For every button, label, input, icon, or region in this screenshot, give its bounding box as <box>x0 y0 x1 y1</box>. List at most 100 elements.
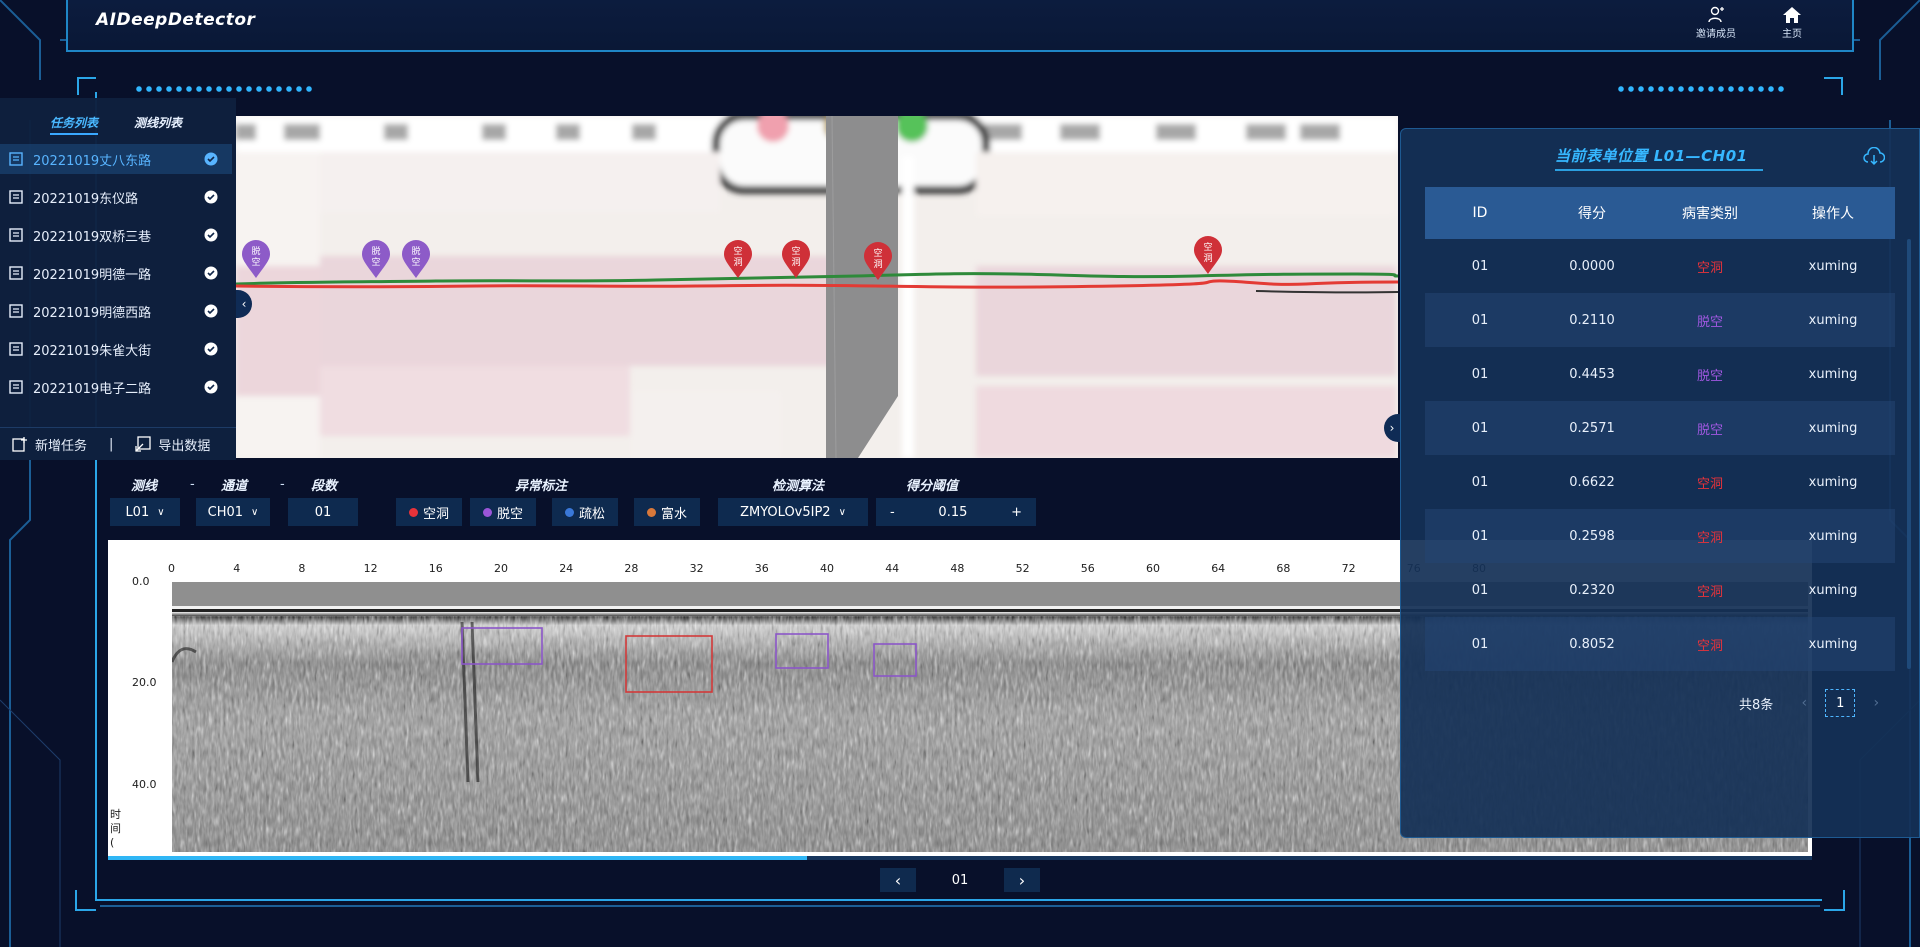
table-row[interactable]: 01 0.0000 空洞 xuming <box>1425 239 1895 293</box>
column-header-id[interactable]: ID <box>1425 205 1535 221</box>
dots-decoration-left <box>134 86 314 92</box>
x-tick-label: 40 <box>820 562 834 575</box>
legend-fushui-toggle[interactable]: 富水 <box>634 498 700 526</box>
table-row[interactable]: 01 0.2571 脱空 xuming <box>1425 401 1895 455</box>
export-data-button[interactable]: 导出数据 <box>135 435 210 454</box>
radar-progress-fill <box>108 856 807 860</box>
column-header-score[interactable]: 得分 <box>1535 203 1649 223</box>
previous-segment-button[interactable]: ‹ <box>880 868 916 892</box>
cell-category: 空洞 <box>1696 476 1723 492</box>
threshold-decrease-button[interactable]: - <box>890 505 895 520</box>
add-task-button[interactable]: 新增任务 <box>12 435 87 454</box>
legend-shusong-toggle[interactable]: 疏松 <box>552 498 618 526</box>
separator-dash: - <box>190 477 195 492</box>
svg-text:空: 空 <box>791 245 800 257</box>
previous-page-button[interactable]: ‹ <box>1791 695 1817 711</box>
document-icon <box>9 342 23 356</box>
svg-text:洞: 洞 <box>873 259 882 270</box>
anomaly-label: 异常标注 <box>514 479 567 494</box>
task-item[interactable]: 20221019双桥三巷 <box>0 220 232 250</box>
table-row[interactable]: 01 0.6622 空洞 xuming <box>1425 455 1895 509</box>
purple-dot-icon <box>482 507 492 517</box>
cell-category: 脱空 <box>1696 314 1723 330</box>
radar-progress-bar[interactable] <box>108 856 1812 860</box>
table-scrollbar[interactable] <box>1907 239 1911 669</box>
table-row[interactable]: 01 0.2598 空洞 xuming <box>1425 509 1895 563</box>
segment-field[interactable]: 01 <box>288 498 358 526</box>
task-item-label: 20221019明德一路 <box>33 267 152 283</box>
home-label: 主页 <box>1782 29 1802 40</box>
separator-dash: - <box>280 477 285 492</box>
x-tick-label: 60 <box>1146 562 1160 575</box>
task-item[interactable]: 20221019明德一路 <box>0 258 232 288</box>
x-tick-label: 16 <box>428 562 443 575</box>
x-tick-label: 0 <box>168 562 175 575</box>
x-tick-label: 28 <box>624 562 639 575</box>
task-item-label: 20221019明德西路 <box>33 305 152 321</box>
algorithm-select[interactable]: ZMYOLOv5IP2 ∨ <box>718 498 868 526</box>
check-circle-icon <box>204 152 218 166</box>
cell-category: 空洞 <box>1696 638 1723 654</box>
table-row[interactable]: 01 0.8052 空洞 xuming <box>1425 617 1895 671</box>
channel-select[interactable]: CH01 ∨ <box>196 498 270 526</box>
x-tick-label: 52 <box>1015 562 1030 575</box>
column-header-category[interactable]: 病害类别 <box>1649 203 1771 223</box>
channel-value: CH01 <box>207 504 244 520</box>
panel-title: 当前表单位置 L01—CH01 <box>1555 147 1748 165</box>
svg-text:脱: 脱 <box>371 245 380 257</box>
blue-dot-icon <box>564 507 574 517</box>
task-item-label: 20221019双桥三巷 <box>33 229 152 245</box>
svg-text:洞: 洞 <box>1203 253 1212 264</box>
svg-text:洞: 洞 <box>733 257 742 268</box>
legend-kongdong-toggle[interactable]: 空洞 <box>396 498 462 526</box>
home-button[interactable]: 主页 <box>1764 6 1820 40</box>
cell-category: 空洞 <box>1696 584 1723 600</box>
survey-line-select[interactable]: L01 ∨ <box>110 498 180 526</box>
table-row[interactable]: 01 0.2320 空洞 xuming <box>1425 563 1895 617</box>
task-item[interactable]: 20221019朱雀大街 <box>0 334 232 364</box>
chevron-down-icon: ∨ <box>157 506 165 518</box>
task-item[interactable]: 20221019电子二路 <box>0 372 232 402</box>
page-number-button[interactable]: 1 <box>1825 689 1856 717</box>
table-row[interactable]: 01 0.2110 脱空 xuming <box>1425 293 1895 347</box>
svg-text:空: 空 <box>411 256 420 268</box>
table-pagination: 共8条 ‹ 1 › <box>1739 689 1889 717</box>
segment-pager: ‹ 01 › <box>880 868 1040 892</box>
next-segment-button[interactable]: › <box>1003 868 1040 892</box>
cell-operator: xuming <box>1808 420 1858 436</box>
y-tick-label: 0.0 <box>132 575 150 588</box>
legend-tuokong-toggle[interactable]: 脱空 <box>470 498 536 526</box>
cell-score: 0.8052 <box>1569 636 1615 652</box>
cell-score: 0.2320 <box>1569 582 1615 598</box>
top-bar <box>66 0 1854 52</box>
cell-score: 0.2110 <box>1569 312 1615 328</box>
cell-operator: xuming <box>1808 474 1858 490</box>
x-tick-label: 20 <box>494 562 508 575</box>
task-item[interactable]: 20221019东仪路 <box>0 182 232 212</box>
table-row[interactable]: 01 0.4453 脱空 xuming <box>1425 347 1895 401</box>
title-underline <box>1555 169 1763 171</box>
task-item-label: 20221019丈八东路 <box>33 153 152 169</box>
next-page-button[interactable]: › <box>1863 695 1889 711</box>
tab-task-list[interactable]: 任务列表 <box>50 114 99 135</box>
tab-survey-line-list[interactable]: 测线列表 <box>134 114 182 131</box>
task-item[interactable]: 20221019丈八东路 <box>0 144 232 174</box>
cell-id: 01 <box>1471 312 1489 328</box>
threshold-increase-button[interactable]: + <box>1011 505 1022 520</box>
cloud-download-icon[interactable] <box>1863 147 1885 167</box>
cell-category: 脱空 <box>1696 422 1723 438</box>
invite-member-button[interactable]: 邀请成员 <box>1688 6 1744 40</box>
segment-value: 01 <box>314 504 332 520</box>
threshold-stepper[interactable]: - 0.15 + <box>876 498 1036 526</box>
document-icon <box>9 190 23 204</box>
check-circle-icon <box>204 266 218 280</box>
map-view[interactable]: 脱 空 脱 空 脱 空 空 洞 空 洞 空 洞 空 洞 <box>236 116 1398 458</box>
column-header-operator[interactable]: 操作人 <box>1771 203 1895 223</box>
home-icon <box>1783 7 1801 23</box>
task-item[interactable]: 20221019明德西路 <box>0 296 232 326</box>
x-tick-label: 24 <box>559 562 574 575</box>
cell-operator: xuming <box>1808 366 1858 382</box>
cell-score: 0.6622 <box>1569 474 1615 490</box>
export-data-label: 导出数据 <box>158 438 211 454</box>
svg-text:脱: 脱 <box>411 245 420 257</box>
